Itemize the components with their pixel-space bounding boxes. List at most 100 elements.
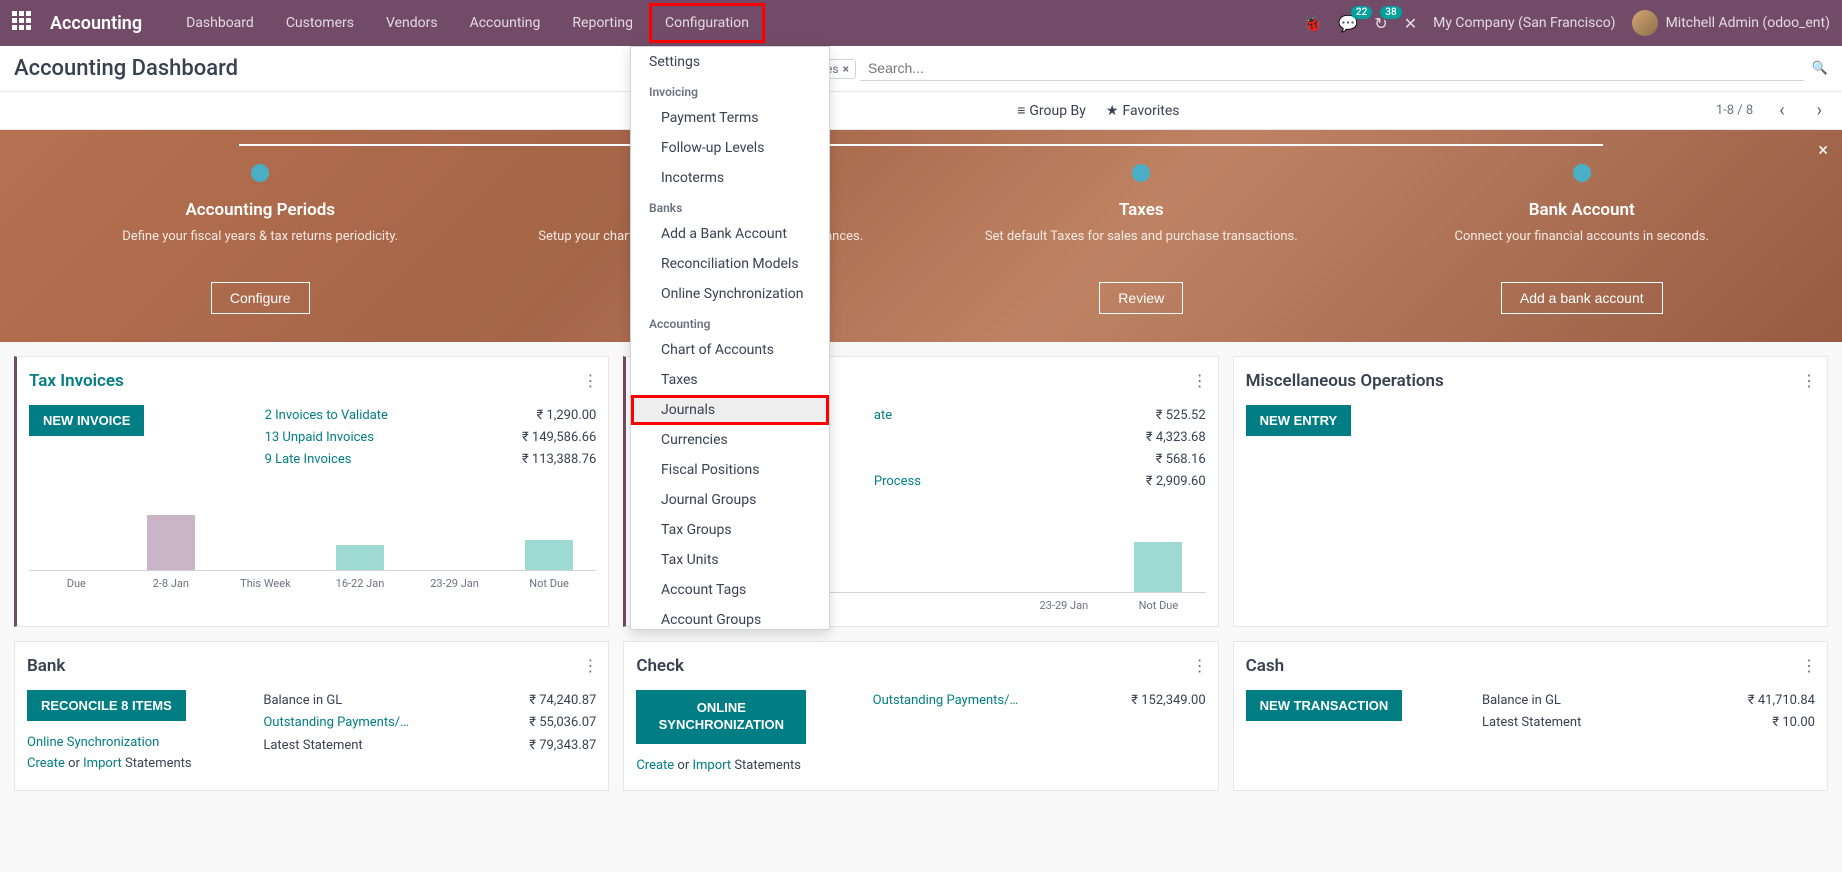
user-label: Mitchell Admin (odoo_ent) <box>1666 15 1830 31</box>
label: Latest Statement <box>263 735 362 757</box>
pager-text: 1-8 / 8 <box>1716 103 1753 118</box>
kebab-icon[interactable]: ⋮ <box>1801 371 1817 390</box>
brand-title: Accounting <box>50 13 142 34</box>
create-link[interactable]: Create <box>636 758 674 773</box>
statements-actions: Create or Import Statements <box>27 756 243 771</box>
kebab-icon[interactable]: ⋮ <box>1192 656 1208 675</box>
dd-account-groups[interactable]: Account Groups <box>631 605 829 630</box>
debug-icon[interactable]: 🐞 <box>1302 14 1322 33</box>
review-button[interactable]: Review <box>1099 282 1183 314</box>
user-menu[interactable]: Mitchell Admin (odoo_ent) <box>1632 10 1830 36</box>
value: ₹ 568.16 <box>1156 449 1206 471</box>
dd-taxes[interactable]: Taxes <box>631 365 829 395</box>
link-unpaid[interactable]: 13 Unpaid Invoices <box>265 427 374 449</box>
create-link[interactable]: Create <box>27 756 65 771</box>
new-transaction-button[interactable]: NEW TRANSACTION <box>1246 690 1403 721</box>
dd-tax-units[interactable]: Tax Units <box>631 545 829 575</box>
search-chip-remove-icon[interactable]: × <box>843 62 849 76</box>
value: ₹ 4,323.68 <box>1146 427 1206 449</box>
nav-dashboard[interactable]: Dashboard <box>170 3 270 43</box>
search-icon[interactable]: 🔍 <box>1812 61 1828 76</box>
onb-step-bank: Bank Account Connect your financial acco… <box>1362 160 1803 314</box>
tools-icon[interactable]: ✕ <box>1404 14 1417 33</box>
dd-recon-models[interactable]: Reconciliation Models <box>631 249 829 279</box>
top-navbar: Accounting Dashboard Customers Vendors A… <box>0 0 1842 46</box>
nav-vendors[interactable]: Vendors <box>370 3 454 43</box>
search-input[interactable] <box>860 56 1804 81</box>
onb-title: Taxes <box>921 200 1362 220</box>
dd-journal-groups[interactable]: Journal Groups <box>631 485 829 515</box>
group-by-button[interactable]: ≡ Group By <box>1017 102 1086 119</box>
onb-title: Accounting Periods <box>40 200 481 220</box>
link-invoices-validate[interactable]: 2 Invoices to Validate <box>265 405 388 427</box>
onb-step-taxes: Taxes Set default Taxes for sales and pu… <box>921 160 1362 314</box>
card-bank: ⋮ Bank RECONCILE 8 ITEMS Online Synchron… <box>14 641 609 791</box>
messages-icon[interactable]: 💬22 <box>1338 14 1358 33</box>
step-dot-icon <box>251 164 269 182</box>
nav-customers[interactable]: Customers <box>270 3 370 43</box>
card-title[interactable]: Miscellaneous Operations <box>1246 371 1815 391</box>
kebab-icon[interactable]: ⋮ <box>582 656 598 675</box>
link-outstanding[interactable]: Outstanding Payments/… <box>263 712 409 734</box>
dd-online-sync[interactable]: Online Synchronization <box>631 279 829 309</box>
link-outstanding[interactable]: Outstanding Payments/… <box>873 690 1019 712</box>
card-misc-ops: ⋮ Miscellaneous Operations NEW ENTRY <box>1233 356 1828 627</box>
dd-settings[interactable]: Settings <box>631 47 829 77</box>
kebab-icon[interactable]: ⋮ <box>582 371 598 390</box>
nav-reporting[interactable]: Reporting <box>556 3 649 43</box>
online-sync-button[interactable]: ONLINE SYNCHRONIZATION <box>636 690 806 744</box>
configure-button[interactable]: Configure <box>211 282 310 314</box>
reconcile-button[interactable]: RECONCILE 8 ITEMS <box>27 690 186 721</box>
nav-configuration[interactable]: Configuration <box>649 3 765 43</box>
dd-h-invoicing: Invoicing <box>631 77 829 103</box>
pager-prev-icon[interactable]: ‹ <box>1773 100 1790 121</box>
onb-title: Bank Account <box>1362 200 1803 220</box>
dd-coa[interactable]: Chart of Accounts <box>631 335 829 365</box>
kebab-icon[interactable]: ⋮ <box>1801 656 1817 675</box>
card-cash: ⋮ Cash NEW TRANSACTION Balance in GL₹ 41… <box>1233 641 1828 791</box>
card-title[interactable]: Bank <box>27 656 596 676</box>
dd-journals[interactable]: Journals <box>631 395 829 425</box>
tax-invoices-chart <box>29 491 596 571</box>
activities-icon[interactable]: ↻38 <box>1374 14 1387 33</box>
import-link[interactable]: Import <box>83 756 122 771</box>
favorites-button[interactable]: ★ Favorites <box>1106 103 1180 119</box>
dd-account-tags[interactable]: Account Tags <box>631 575 829 605</box>
dd-add-bank[interactable]: Add a Bank Account <box>631 219 829 249</box>
nav-right: 🐞 💬22 ↻38 ✕ My Company (San Francisco) M… <box>1302 10 1830 36</box>
onboarding-banner: × Accounting Periods Define your fiscal … <box>0 130 1842 342</box>
company-selector[interactable]: My Company (San Francisco) <box>1433 15 1615 31</box>
dd-fiscal-positions[interactable]: Fiscal Positions <box>631 455 829 485</box>
value: ₹ 74,240.87 <box>529 690 596 712</box>
card-title[interactable]: Check <box>636 656 1205 676</box>
online-sync-link[interactable]: Online Synchronization <box>27 735 243 750</box>
apps-icon[interactable] <box>12 11 36 35</box>
dd-currencies[interactable]: Currencies <box>631 425 829 455</box>
statements-actions: Create or Import Statements <box>636 758 852 773</box>
onb-desc: Set default Taxes for sales and purchase… <box>921 228 1362 266</box>
import-link[interactable]: Import <box>692 758 731 773</box>
value: ₹ 10.00 <box>1772 712 1815 734</box>
dd-followup[interactable]: Follow-up Levels <box>631 133 829 163</box>
dd-incoterms[interactable]: Incoterms <box>631 163 829 193</box>
add-bank-button[interactable]: Add a bank account <box>1501 282 1663 314</box>
link-process[interactable]: Process <box>874 471 921 493</box>
card-title[interactable]: Cash <box>1246 656 1815 676</box>
value: ₹ 79,343.87 <box>529 735 596 757</box>
pager-next-icon[interactable]: › <box>1811 100 1828 121</box>
link[interactable]: ate <box>874 405 892 427</box>
kebab-icon[interactable]: ⋮ <box>1192 371 1208 390</box>
card-check: ⋮ Check ONLINE SYNCHRONIZATION Create or… <box>623 641 1218 791</box>
nav-links: Dashboard Customers Vendors Accounting R… <box>170 3 765 43</box>
dd-tax-groups[interactable]: Tax Groups <box>631 515 829 545</box>
onb-step-periods: Accounting Periods Define your fiscal ye… <box>40 160 481 314</box>
dd-payment-terms[interactable]: Payment Terms <box>631 103 829 133</box>
card-title[interactable]: Tax Invoices <box>29 371 596 391</box>
new-invoice-button[interactable]: NEW INVOICE <box>29 405 144 436</box>
link-late[interactable]: 9 Late Invoices <box>265 449 352 471</box>
nav-accounting[interactable]: Accounting <box>454 3 557 43</box>
page-title: Accounting Dashboard <box>14 56 238 81</box>
close-icon[interactable]: × <box>1818 140 1828 161</box>
onb-desc: Define your fiscal years & tax returns p… <box>40 228 481 266</box>
new-entry-button[interactable]: NEW ENTRY <box>1246 405 1352 436</box>
